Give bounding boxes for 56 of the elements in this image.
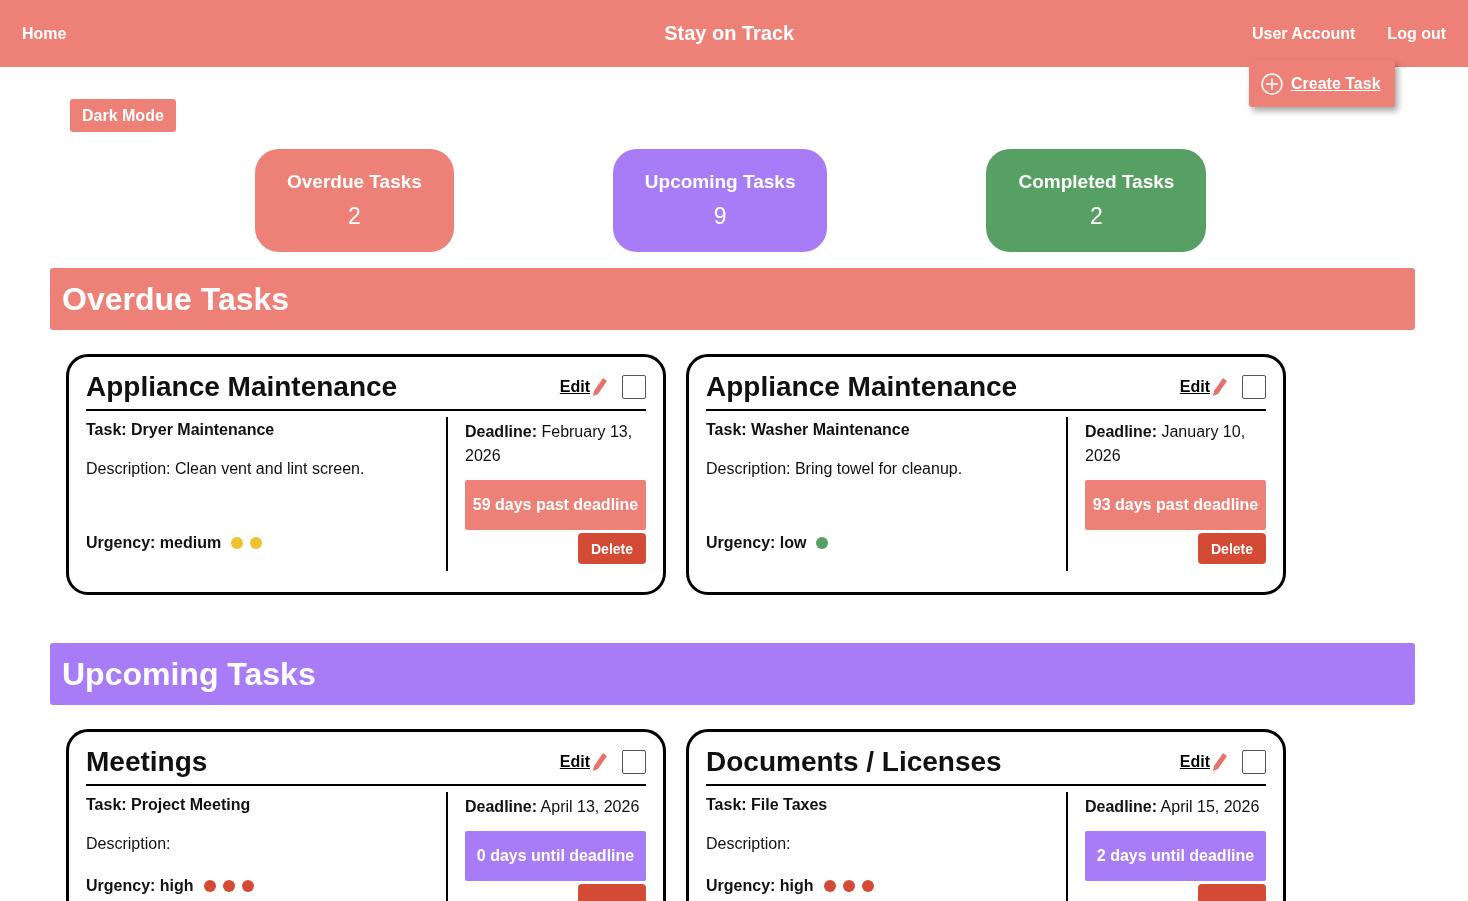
summary-count: 2 xyxy=(1090,203,1103,230)
edit-link[interactable]: Edit xyxy=(559,378,590,396)
task-name: Task: Dryer Maintenance xyxy=(86,420,276,439)
task-description: Description: xyxy=(86,834,172,853)
summary-card[interactable]: Upcoming Tasks 9 xyxy=(612,149,828,252)
pencil-icon xyxy=(1212,752,1228,772)
app-title: Stay on Track xyxy=(663,22,796,45)
delete-button[interactable]: Delete xyxy=(578,533,646,564)
delete-button[interactable]: Delete xyxy=(1198,533,1266,564)
deadline-status: 93 days past deadline xyxy=(1085,480,1266,530)
summary-count: 2 xyxy=(348,203,361,230)
nav-link[interactable]: User Account xyxy=(1251,24,1356,43)
urgency-label: Urgency: low xyxy=(706,536,807,550)
task-description: Description: xyxy=(706,834,792,853)
deadline-text: Deadline: January 10, 2026 xyxy=(1085,422,1247,466)
plus-circle-icon xyxy=(1261,72,1283,95)
pencil-icon xyxy=(1212,377,1228,397)
summary-label: Completed Tasks xyxy=(1018,171,1175,193)
edit-link[interactable]: Edit xyxy=(559,753,590,771)
complete-checkbox[interactable] xyxy=(622,375,646,399)
deadline-text: Deadline: April 15, 2026 xyxy=(1085,797,1261,817)
complete-checkbox[interactable] xyxy=(622,750,646,774)
deadline-text: Deadline: February 13, 2026 xyxy=(465,422,634,466)
urgency-label: Urgency: high xyxy=(706,879,814,893)
urgency-label: Urgency: medium xyxy=(86,536,222,550)
pencil-icon xyxy=(592,377,608,397)
summary-card[interactable]: Completed Tasks 2 xyxy=(986,149,1207,252)
task-description: Description: Clean vent and lint screen. xyxy=(86,459,366,478)
home-link[interactable]: Home xyxy=(22,24,67,43)
deadline-status: 0 days until deadline xyxy=(465,831,646,881)
task-name: Task: File Taxes xyxy=(706,795,829,814)
category-title: Documents / Licenses xyxy=(706,746,1003,778)
create-task-button[interactable]: Create Task xyxy=(1249,60,1395,107)
deadline-text: Deadline: April 13, 2026 xyxy=(465,797,641,817)
deadline-status: 59 days past deadline xyxy=(465,480,646,530)
nav-link[interactable]: Log out xyxy=(1387,24,1446,43)
category-title: Appliance Maintenance xyxy=(706,371,1019,403)
summary-label: Upcoming Tasks xyxy=(644,171,796,193)
edit-link[interactable]: Edit xyxy=(1179,378,1210,396)
section-header: Upcoming Tasks xyxy=(50,643,1415,705)
section-header: Overdue Tasks xyxy=(50,268,1415,330)
summary-card[interactable]: Overdue Tasks 2 xyxy=(255,149,454,252)
complete-checkbox[interactable] xyxy=(1242,750,1266,774)
task-name: Task: Washer Maintenance xyxy=(706,420,911,439)
complete-checkbox[interactable] xyxy=(1242,375,1266,399)
urgency-label: Urgency: high xyxy=(86,879,194,893)
summary-count: 9 xyxy=(713,203,727,230)
edit-link[interactable]: Edit xyxy=(1179,753,1210,771)
dark-mode-button[interactable]: Dark Mode xyxy=(70,99,176,132)
task-description: Description: Bring towel for cleanup. xyxy=(706,459,964,478)
task-name: Task: Project Meeting xyxy=(86,795,252,814)
category-title: Appliance Maintenance xyxy=(86,371,399,403)
deadline-status: 2 days until deadline xyxy=(1085,831,1266,881)
pencil-icon xyxy=(592,752,608,772)
category-title: Meetings xyxy=(86,746,209,778)
summary-label: Overdue Tasks xyxy=(287,171,422,193)
